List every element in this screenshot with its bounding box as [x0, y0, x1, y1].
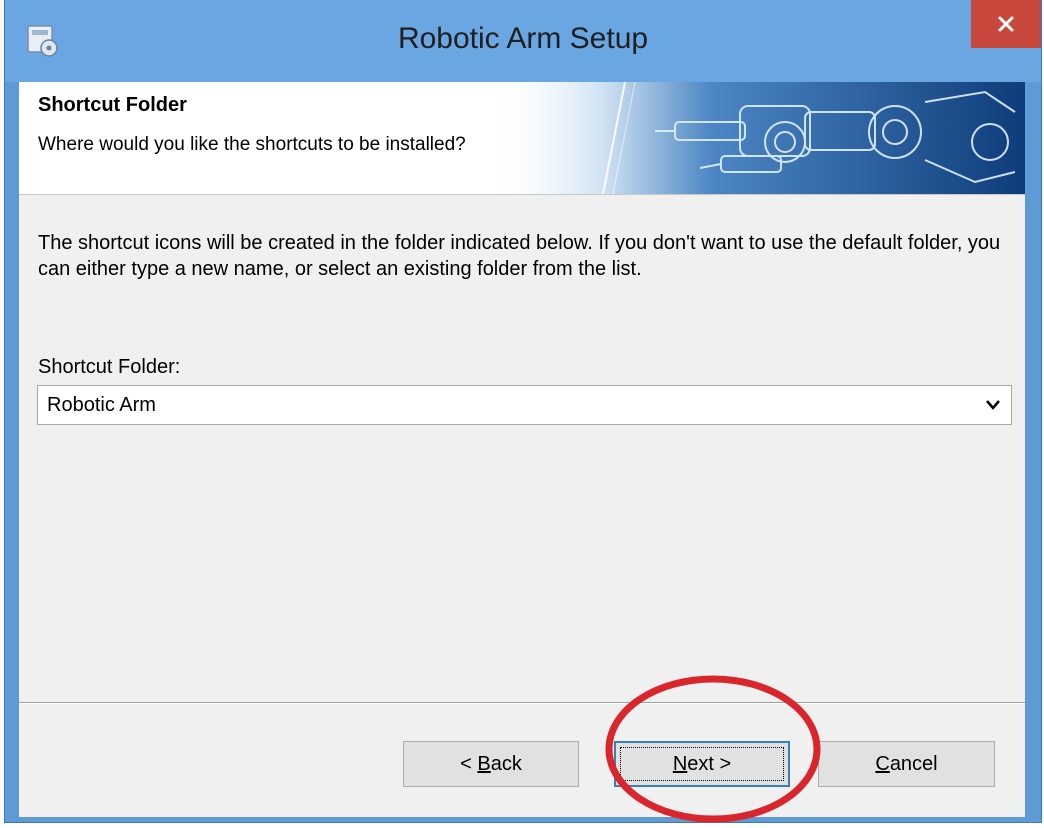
close-button[interactable] — [971, 0, 1041, 48]
back-button-label: < Back — [460, 752, 522, 775]
focus-rectangle — [620, 747, 784, 781]
next-button[interactable]: Next > — [614, 741, 790, 787]
window-title: Robotic Arm Setup — [397, 22, 649, 55]
back-button[interactable]: < Back — [403, 741, 579, 787]
title-bar[interactable]: Robotic Arm Setup — [5, 0, 1041, 82]
shortcut-folder-combobox[interactable]: Robotic Arm — [37, 385, 1012, 425]
cancel-button[interactable]: Cancel — [818, 741, 995, 787]
chevron-down-icon[interactable] — [985, 399, 1001, 411]
close-icon — [998, 16, 1014, 32]
cancel-button-label: Cancel — [875, 752, 938, 775]
shortcut-folder-value: Robotic Arm — [47, 394, 156, 416]
dialog-body: Shortcut Folder Where would you like the… — [19, 82, 1025, 817]
footer-divider — [19, 702, 1025, 704]
description-text: The shortcut icons will be created in th… — [38, 232, 1001, 280]
wizard-header: Shortcut Folder Where would you like the… — [19, 82, 1025, 195]
header-title: Shortcut Folder — [38, 94, 187, 116]
shortcut-folder-label: Shortcut Folder: — [38, 356, 181, 378]
header-subtitle: Where would you like the shortcuts to be… — [38, 134, 466, 155]
robotic-arm-banner — [485, 82, 1025, 194]
setup-window: Robotic Arm Setup Shortcut Folder Where … — [5, 0, 1041, 822]
